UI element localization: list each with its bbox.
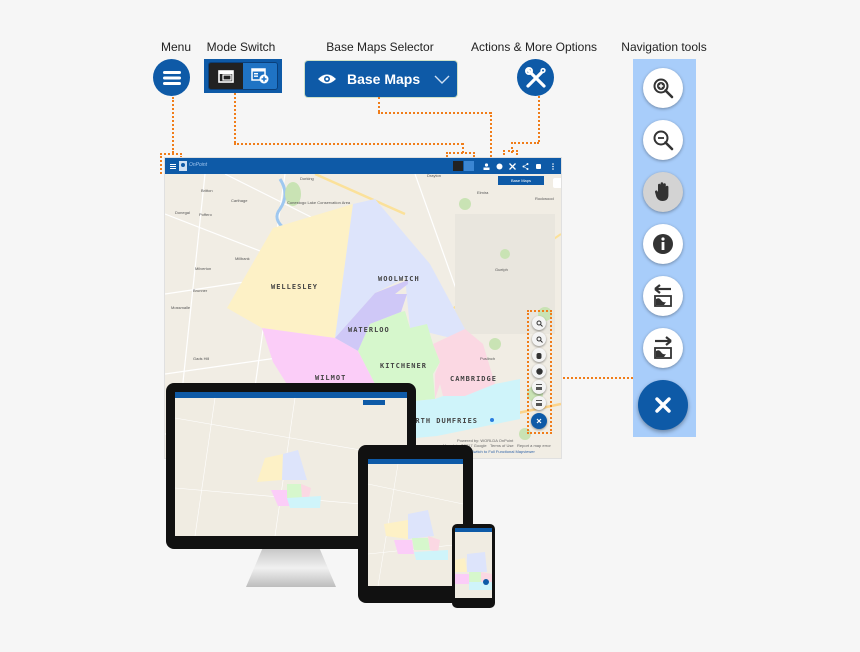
tools-icon[interactable] [507,161,517,171]
advanced-mode-button[interactable] [243,63,277,89]
mode-switch-label: Mode Switch [206,40,276,54]
navigation-tools-label: Navigation tools [621,40,707,54]
zoom-out-icon [653,130,674,151]
report-map-error-link[interactable]: Report a map error [517,443,551,448]
place-label: Milverton [195,266,211,271]
menu-label: Menu [160,40,192,54]
previous-extent-icon [654,284,672,307]
globe-icon[interactable] [494,161,504,171]
region-label: CAMBRIDGE [450,375,497,383]
mode-switch [204,59,282,93]
region-label: WILMOT [315,374,346,382]
identify-info-button[interactable] [643,224,683,264]
actions-connector-h [511,142,539,144]
place-label: Conestogo Lake Conservation Area [287,200,351,205]
place-label: Millbank [235,256,250,261]
advanced-mode-icon [251,68,269,84]
close-icon [655,397,671,413]
monitor-stand [246,549,336,587]
location-marker [490,418,494,422]
region-label: KITCHENER [380,362,427,370]
app-logo-text: OnPoint [189,162,208,168]
mode-switch-connector-v [234,93,236,143]
menu-button[interactable] [153,59,190,96]
app-toolbar: OnPoint [165,158,561,174]
place-label: Brunner [193,288,208,293]
phone-device [452,524,495,608]
place-label: Rockwood [535,196,554,201]
zoom-in-icon [653,78,674,99]
place-label: Poffero [199,212,213,217]
more-vert-icon[interactable] [548,161,558,171]
terms-link[interactable]: Terms of Use [490,443,514,448]
nav-tools-connector [552,377,633,379]
user-icon[interactable] [481,161,491,171]
chevron-down-icon [434,75,450,84]
advanced-mode-icon[interactable] [464,161,474,171]
place-label: Carthage [231,198,248,203]
close-navigation-button[interactable] [638,380,688,430]
place-label: Guelph [495,267,508,272]
simple-mode-icon [218,69,234,83]
pan-hand-icon [654,182,669,201]
pan-button[interactable] [643,172,683,212]
base-maps-label: Base Maps [347,71,421,87]
logo-icon [179,161,187,171]
actions-more-options-label: Actions & More Options [470,40,598,54]
menu-icon[interactable] [168,161,178,171]
nav-tools-highlight-box [527,310,552,434]
place-label: Gads Hill [193,356,209,361]
simple-mode-button[interactable] [209,63,243,89]
phone-screen [455,528,492,598]
region-label: WELLESLEY [271,283,318,291]
place-label: Elmira [477,190,489,195]
place-label: Dorking [300,176,314,181]
region-label: WOOLWICH [378,275,420,283]
hamburger-icon [162,70,181,85]
previous-extent-button[interactable] [643,276,683,316]
next-extent-button[interactable] [643,328,683,368]
region-label: WATERLOO [348,326,390,334]
switch-full-mapviewer-link[interactable]: Switch to Full Functional Mapviewer [471,449,535,454]
app-base-maps-button[interactable]: Base Maps [498,176,544,185]
tablet-screen [368,459,463,586]
zoom-out-button[interactable] [643,120,683,160]
mode-switch-connector-h [234,143,463,145]
eye-icon [318,74,336,84]
simple-mode-icon[interactable] [453,161,463,171]
collapse-panel-tab[interactable] [553,178,561,188]
next-extent-icon [654,336,672,359]
place-label: Britton [201,188,213,193]
layers-icon[interactable] [533,161,543,171]
place-label: Donegal [175,210,190,215]
menu-connector [172,97,174,153]
tools-icon [524,66,546,88]
base-maps-selector-label: Base Maps Selector [326,40,434,54]
zoom-in-button[interactable] [643,68,683,108]
actions-more-options-button[interactable] [517,59,554,96]
info-icon [653,234,673,254]
actions-connector-v [538,96,540,142]
share-icon[interactable] [520,161,530,171]
base-maps-selector-button[interactable]: Base Maps [305,61,457,97]
navigation-tools-panel [633,59,696,437]
place-label: Puslinch [480,356,495,361]
place-label: Mossmalle [171,305,191,310]
base-maps-connector-v [378,97,380,112]
app-base-maps-label: Base Maps [510,178,531,183]
base-maps-connector-h [378,112,491,114]
place-label: Drayton [427,174,441,178]
